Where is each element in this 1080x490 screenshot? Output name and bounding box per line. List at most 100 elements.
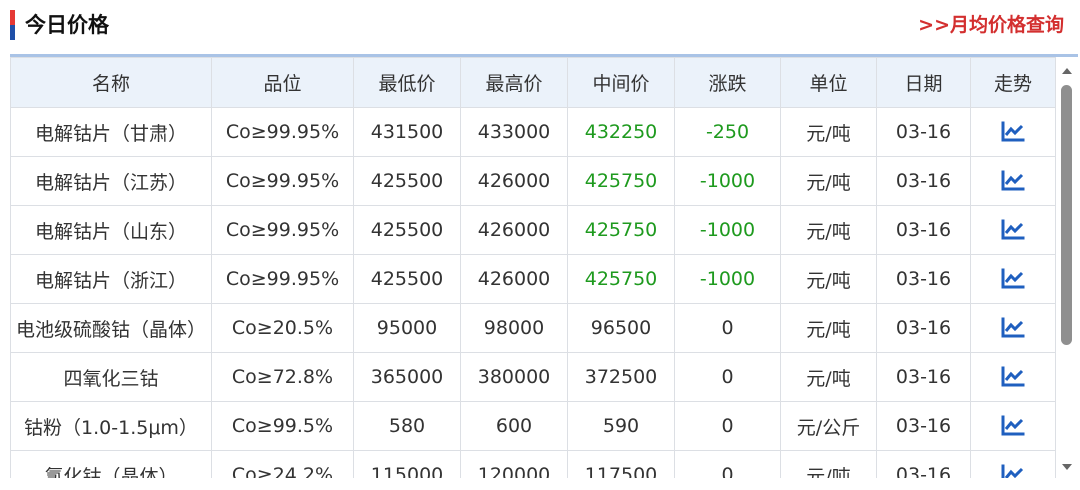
mid-price-cell: 425750 [567, 205, 675, 255]
unit-cell: 元/吨 [780, 254, 877, 304]
trend-cell [970, 107, 1056, 157]
trend-cell [970, 254, 1056, 304]
name-cell: 电解钴片（江苏） [10, 156, 212, 206]
column-header: 品位 [211, 57, 354, 108]
table-row: 电解钴片（山东） Co≥99.95% 425500 426000 425750 -1000… [10, 205, 1056, 255]
column-header: 单位 [780, 57, 877, 108]
date-cell: 03-16 [876, 254, 971, 304]
unit-cell: 元/吨 [780, 205, 877, 255]
date-cell: 03-16 [876, 107, 971, 157]
grade-cell: Co≥99.95% [211, 107, 354, 157]
trend-cell [970, 352, 1056, 402]
column-header: 日期 [876, 57, 971, 108]
name-cell: 氯化钴（晶体） [10, 450, 212, 478]
page-title: 今日价格 [25, 13, 109, 37]
name-cell: 电解钴片（山东） [10, 205, 212, 255]
date-cell: 03-16 [876, 401, 971, 451]
low-price-cell: 425500 [353, 205, 461, 255]
high-price-cell: 600 [460, 401, 568, 451]
low-price-cell: 95000 [353, 303, 461, 353]
scrollbar-thumb[interactable] [1061, 85, 1072, 345]
name-cell: 电解钴片（浙江） [10, 254, 212, 304]
title-accent-bar [10, 10, 15, 40]
trend-chart-icon[interactable] [1000, 121, 1026, 143]
price-table-container: 名称 品位 最低价 最高价 中间价 涨跌 单位 日期 走势 电解钴片（甘肃） Co≥99.95% 4… [10, 54, 1078, 478]
trend-cell [970, 303, 1056, 353]
trend-cell [970, 205, 1056, 255]
unit-cell: 元/吨 [780, 352, 877, 402]
trend-chart-icon[interactable] [1000, 415, 1026, 437]
unit-cell: 元/吨 [780, 107, 877, 157]
table-header-row: 名称 品位 最低价 最高价 中间价 涨跌 单位 日期 走势 [10, 57, 1056, 108]
grade-cell: Co≥24.2% [211, 450, 354, 478]
trend-chart-icon[interactable] [1000, 268, 1026, 290]
grade-cell: Co≥99.95% [211, 156, 354, 206]
change-cell: 0 [674, 450, 781, 478]
grade-cell: Co≥20.5% [211, 303, 354, 353]
grade-cell: Co≥99.95% [211, 205, 354, 255]
change-cell: 0 [674, 352, 781, 402]
trend-chart-icon[interactable] [1000, 219, 1026, 241]
change-cell: -1000 [674, 156, 781, 206]
table-row: 电解钴片（甘肃） Co≥99.95% 431500 433000 432250 -250 元… [10, 107, 1056, 157]
name-cell: 钴粉（1.0-1.5μm） [10, 401, 212, 451]
unit-cell: 元/公斤 [780, 401, 877, 451]
mid-price-cell: 425750 [567, 156, 675, 206]
low-price-cell: 365000 [353, 352, 461, 402]
table-row: 钴粉（1.0-1.5μm） Co≥99.5% 580 600 590 0 元/公斤 03-16 [10, 401, 1056, 451]
change-cell: -1000 [674, 205, 781, 255]
low-price-cell: 425500 [353, 254, 461, 304]
high-price-cell: 433000 [460, 107, 568, 157]
column-header: 中间价 [567, 57, 675, 108]
trend-chart-icon[interactable] [1000, 170, 1026, 192]
table-row: 电池级硫酸钴（晶体） Co≥20.5% 95000 98000 96500 0 元/吨 03-… [10, 303, 1056, 353]
low-price-cell: 431500 [353, 107, 461, 157]
trend-chart-icon[interactable] [1000, 317, 1026, 339]
grade-cell: Co≥99.5% [211, 401, 354, 451]
grade-cell: Co≥72.8% [211, 352, 354, 402]
vertical-scrollbar[interactable] [1056, 57, 1078, 478]
column-header: 涨跌 [674, 57, 781, 108]
trend-cell [970, 156, 1056, 206]
table-row: 四氧化三钴 Co≥72.8% 365000 380000 372500 0 元/吨 03-16 [10, 352, 1056, 402]
date-cell: 03-16 [876, 352, 971, 402]
change-cell: 0 [674, 401, 781, 451]
date-cell: 03-16 [876, 450, 971, 478]
mid-price-cell: 96500 [567, 303, 675, 353]
name-cell: 四氧化三钴 [10, 352, 212, 402]
change-cell: 0 [674, 303, 781, 353]
column-header: 最高价 [460, 57, 568, 108]
scroll-up-arrow-icon[interactable] [1056, 61, 1078, 79]
high-price-cell: 120000 [460, 450, 568, 478]
table-row: 电解钴片（浙江） Co≥99.95% 425500 426000 425750 -1000… [10, 254, 1056, 304]
price-header: 今日价格 >>月均价格查询 [0, 0, 1080, 52]
date-cell: 03-16 [876, 205, 971, 255]
trend-chart-icon[interactable] [1000, 366, 1026, 388]
column-header: 名称 [10, 57, 212, 108]
date-cell: 03-16 [876, 303, 971, 353]
name-cell: 电解钴片（甘肃） [10, 107, 212, 157]
name-cell: 电池级硫酸钴（晶体） [10, 303, 212, 353]
mid-price-cell: 590 [567, 401, 675, 451]
low-price-cell: 115000 [353, 450, 461, 478]
trend-cell [970, 450, 1056, 478]
unit-cell: 元/吨 [780, 450, 877, 478]
change-cell: -1000 [674, 254, 781, 304]
trend-cell [970, 401, 1056, 451]
column-header: 走势 [970, 57, 1056, 108]
mid-price-cell: 372500 [567, 352, 675, 402]
scroll-down-arrow-icon[interactable] [1056, 458, 1078, 476]
column-header: 最低价 [353, 57, 461, 108]
mid-price-cell: 117500 [567, 450, 675, 478]
low-price-cell: 425500 [353, 156, 461, 206]
monthly-average-link[interactable]: >>月均价格查询 [918, 10, 1064, 40]
low-price-cell: 580 [353, 401, 461, 451]
table-row: 电解钴片（江苏） Co≥99.95% 425500 426000 425750 -1000… [10, 156, 1056, 206]
unit-cell: 元/吨 [780, 156, 877, 206]
grade-cell: Co≥99.95% [211, 254, 354, 304]
high-price-cell: 426000 [460, 205, 568, 255]
high-price-cell: 380000 [460, 352, 568, 402]
change-cell: -250 [674, 107, 781, 157]
mid-price-cell: 425750 [567, 254, 675, 304]
trend-chart-icon[interactable] [1000, 464, 1026, 478]
